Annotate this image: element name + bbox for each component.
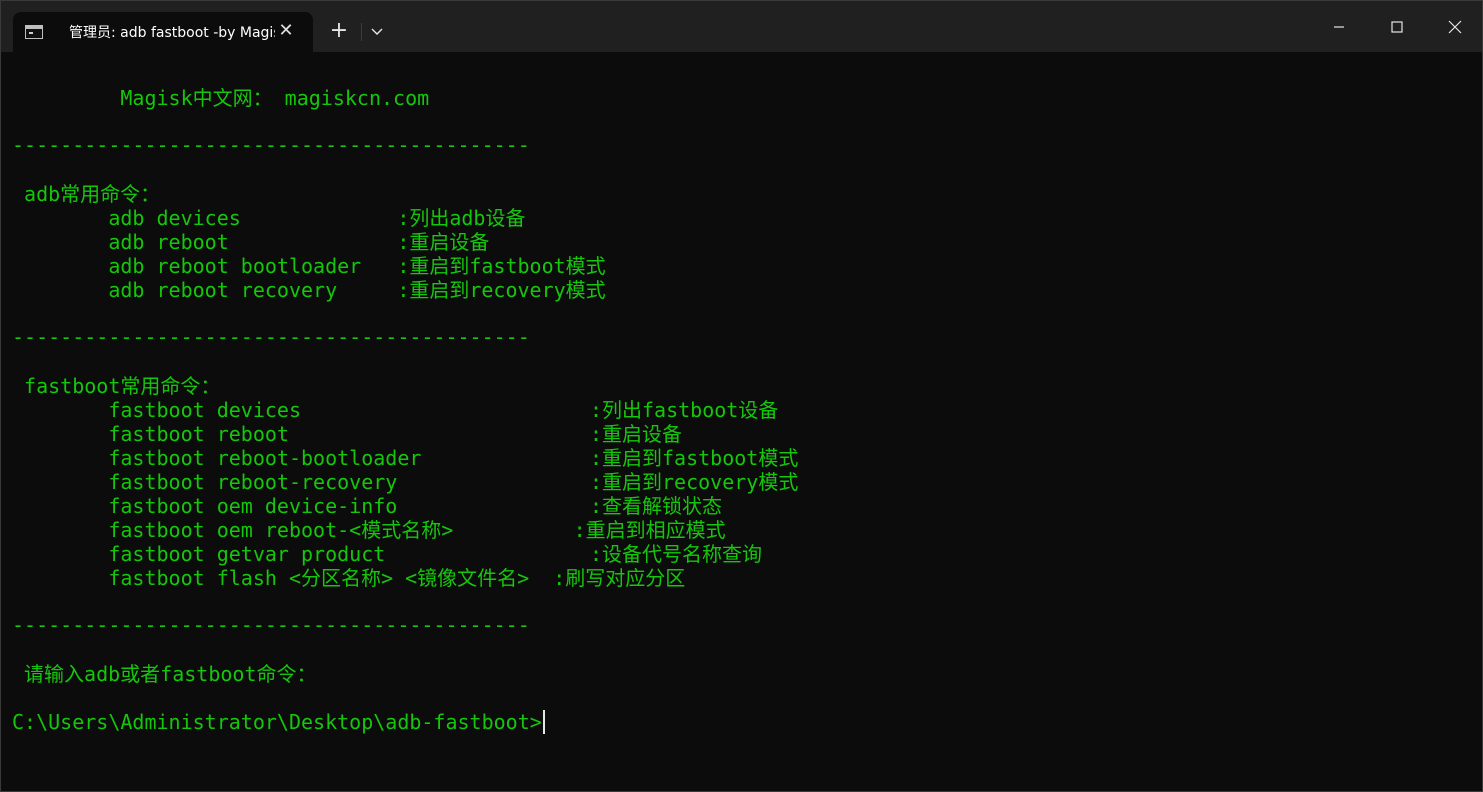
fastboot-command-line: fastboot flash <分区名称> <镜像文件名> :刷写对应分区 (12, 566, 686, 590)
fastboot-command-line: fastboot reboot-recovery :重启到recovery模式 (12, 470, 799, 494)
fastboot-command-line: fastboot getvar product :设备代号名称查询 (12, 542, 763, 566)
close-tab-icon[interactable]: ✕ (277, 22, 295, 40)
title-bar: 管理员: adb fastboot -by Magisk中文网 ✕ + (1, 1, 1482, 52)
new-tab-button[interactable]: + (325, 18, 353, 46)
tab-title: 管理员: adb fastboot -by Magisk中文网 (69, 25, 275, 41)
minimize-button[interactable] (1310, 1, 1368, 52)
terminal-icon (25, 25, 43, 39)
fastboot-command-line: fastboot devices :列出fastboot设备 (12, 398, 779, 422)
maximize-icon (1391, 20, 1403, 33)
separator-line: ----------------------------------------… (12, 325, 530, 349)
adb-command-line: adb devices :列出adb设备 (12, 206, 526, 230)
input-prompt-message: 请输入adb或者fastboot命令： (12, 662, 317, 686)
adb-command-line: adb reboot :重启设备 (12, 230, 490, 254)
tab-active[interactable]: 管理员: adb fastboot -by Magisk中文网 ✕ (13, 12, 313, 52)
separator-line: ----------------------------------------… (12, 613, 530, 637)
separator-line: ----------------------------------------… (12, 133, 530, 157)
fastboot-section-title: fastboot常用命令： (12, 374, 221, 398)
fastboot-command-line: fastboot reboot-bootloader :重启到fastboot模… (12, 446, 799, 470)
command-prompt[interactable]: C:\Users\Administrator\Desktop\adb-fastb… (12, 710, 545, 734)
minimize-icon (1334, 25, 1344, 28)
adb-command-line: adb reboot bootloader :重启到fastboot模式 (12, 254, 606, 278)
banner-line: Magisk中文网： magiskcn.com (12, 86, 430, 110)
adb-command-line: adb reboot recovery :重启到recovery模式 (12, 278, 606, 302)
fastboot-command-line: fastboot oem device-info :查看解锁状态 (12, 494, 723, 518)
text-cursor (542, 710, 545, 734)
terminal-output[interactable]: Magisk中文网： magiskcn.com ----------------… (1, 52, 1482, 791)
fastboot-command-line: fastboot oem reboot-<模式名称> :重启到相应模式 (12, 518, 726, 542)
terminal-window: 管理员: adb fastboot -by Magisk中文网 ✕ + (0, 0, 1483, 792)
tab-dropdown-button[interactable] (363, 18, 391, 46)
prompt-path: C:\Users\Administrator\Desktop\adb-fastb… (12, 710, 542, 734)
maximize-button[interactable] (1368, 1, 1426, 52)
fastboot-command-line: fastboot reboot :重启设备 (12, 422, 683, 446)
adb-section-title: adb常用命令： (12, 182, 161, 206)
chevron-down-icon (371, 28, 383, 35)
close-icon (1448, 20, 1462, 33)
tab-divider (361, 23, 362, 41)
close-window-button[interactable] (1426, 1, 1483, 52)
